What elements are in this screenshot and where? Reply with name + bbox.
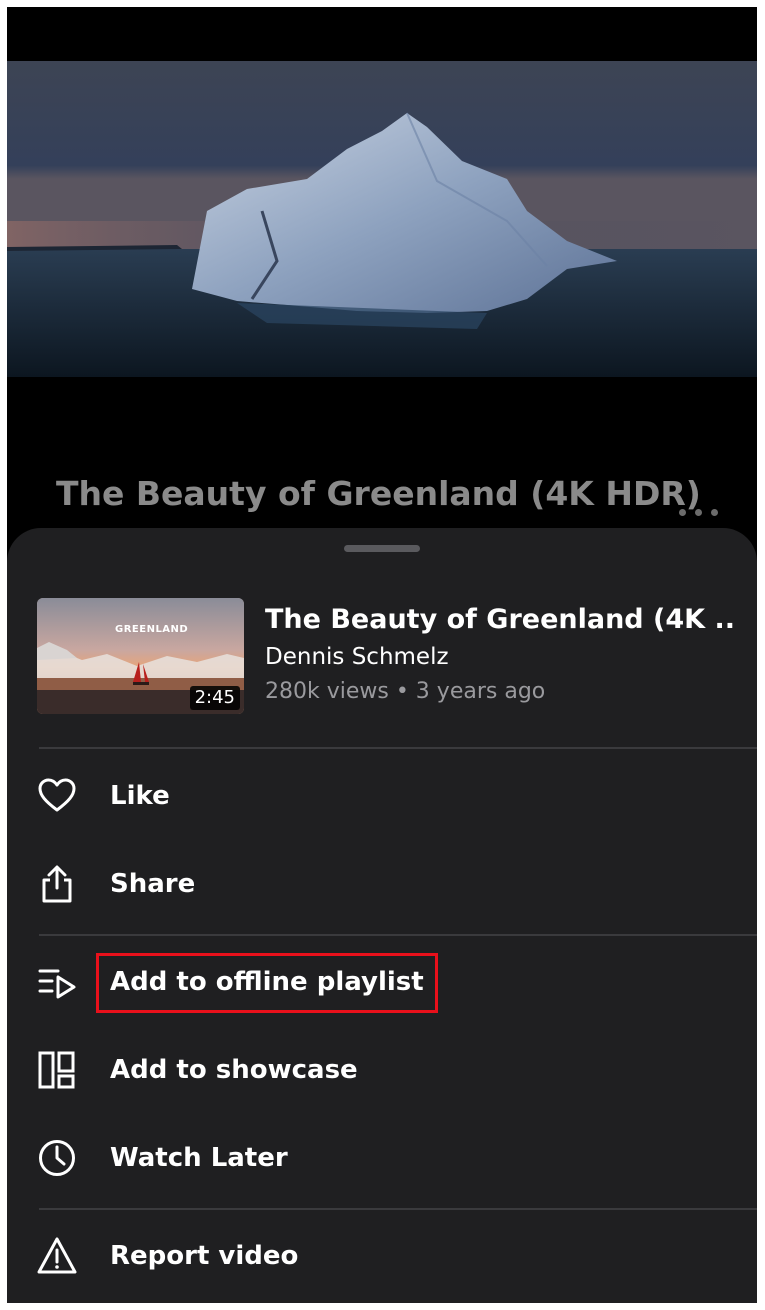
- video-title-truncated: The Beauty of Greenland (4K ...: [265, 604, 735, 635]
- share-icon: [42, 865, 72, 903]
- menu-item-label: Share: [110, 869, 196, 899]
- sheet-grabber-handle[interactable]: [344, 545, 420, 552]
- menu-item-watch-later[interactable]: Watch Later: [7, 1124, 757, 1196]
- showcase-layout-icon: [38, 1051, 75, 1089]
- menu-item-add-to-showcase[interactable]: Add to showcase: [7, 1036, 757, 1108]
- menu-item-label: Report video: [110, 1241, 299, 1271]
- heart-icon: [38, 778, 76, 812]
- video-duration-badge: 2:45: [189, 686, 240, 710]
- menu-item-label: Like: [110, 781, 170, 811]
- playlist-play-icon: [38, 969, 76, 999]
- menu-item-like[interactable]: Like: [7, 762, 757, 834]
- more-options-icon[interactable]: [677, 505, 721, 519]
- action-sheet: GREENLAND 2:45 The Beauty of Greenland (…: [7, 528, 757, 1303]
- divider: [39, 934, 757, 936]
- video-meta: The Beauty of Greenland (4K ... Dennis S…: [265, 598, 735, 707]
- video-player-frame[interactable]: [7, 61, 757, 377]
- warning-icon: [37, 1237, 77, 1274]
- menu-item-report-video[interactable]: Report video: [7, 1222, 757, 1294]
- divider: [39, 747, 757, 749]
- channel-name[interactable]: Dennis Schmelz: [265, 642, 735, 672]
- video-summary: GREENLAND 2:45 The Beauty of Greenland (…: [37, 598, 737, 714]
- video-title: The Beauty of Greenland (4K HDR): [56, 474, 701, 513]
- highlight-box: [96, 953, 438, 1013]
- divider: [39, 1208, 757, 1210]
- video-stats: 280k views • 3 years ago: [265, 679, 546, 704]
- video-thumbnail: GREENLAND 2:45: [37, 598, 244, 714]
- phone-screen: The Beauty of Greenland (4K HDR) GREENLA…: [7, 7, 757, 1303]
- clock-icon: [39, 1140, 75, 1176]
- menu-item-label: Add to showcase: [110, 1055, 358, 1085]
- menu-item-label: Watch Later: [110, 1143, 288, 1173]
- thumbnail-logo-text: GREENLAND: [115, 624, 189, 635]
- iceberg-video-frame: [7, 61, 757, 377]
- menu-item-share[interactable]: Share: [7, 850, 757, 922]
